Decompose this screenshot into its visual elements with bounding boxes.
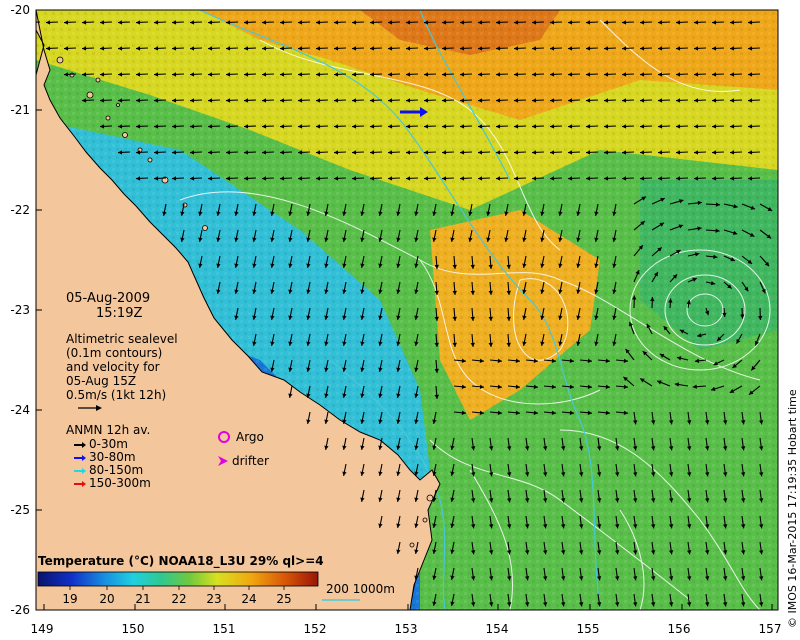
lat-tick-label: -21 bbox=[10, 103, 30, 117]
lat-tick-label: -22 bbox=[10, 203, 30, 217]
date-label: 05-Aug-2009 bbox=[66, 291, 151, 306]
altimetry-line: 05-Aug 15Z bbox=[66, 374, 137, 388]
lon-tick-label: 154 bbox=[485, 622, 509, 636]
lon-tick-label: 157 bbox=[758, 622, 782, 636]
lon-tick-label: 151 bbox=[212, 622, 236, 636]
anmn-legend-title: ANMN 12h av. bbox=[66, 423, 151, 437]
lon-tick-label: 155 bbox=[576, 622, 600, 636]
lon-tick-label: 153 bbox=[394, 622, 418, 636]
altimetry-line: (0.1m contours) bbox=[66, 346, 163, 360]
lat-tick-label: -23 bbox=[10, 303, 30, 317]
lon-tick-label: 156 bbox=[667, 622, 691, 636]
lat-tick-label: -24 bbox=[10, 403, 30, 417]
colorbar-tick-label: 20 bbox=[99, 592, 115, 606]
colorbar-tick-label: 24 bbox=[241, 592, 257, 606]
lon-tick-label: 149 bbox=[30, 622, 54, 636]
bathymetry-label: 200 1000m bbox=[326, 582, 395, 596]
colorbar-tick-label: 22 bbox=[171, 592, 187, 606]
temperature-colorbar bbox=[37, 571, 319, 587]
lat-tick-label: -26 bbox=[10, 603, 30, 617]
velocity-arrowhead bbox=[28, 20, 32, 24]
time-label: 15:19Z bbox=[96, 306, 143, 321]
colorbar-title: Temperature (°C) NOAA18_L3U 29% ql>=4 bbox=[38, 554, 324, 568]
colorbar-tick-label: 23 bbox=[206, 592, 222, 606]
colorbar-tick-label: 19 bbox=[62, 592, 78, 606]
velocity-arrow bbox=[36, 21, 41, 23]
arrow-icon bbox=[74, 477, 86, 491]
lon-tick-label: 150 bbox=[121, 622, 145, 636]
anmn-legend-item: 150-300m bbox=[74, 476, 151, 491]
colorbar-tick-label: 25 bbox=[276, 592, 292, 606]
altimetry-line: Altimetric sealevel bbox=[66, 332, 178, 346]
colorbar-tick-label: 21 bbox=[135, 592, 151, 606]
arrow-scale-label: 0.5m/s (1kt 12h) bbox=[66, 388, 167, 402]
lon-tick-label: 152 bbox=[303, 622, 327, 636]
lat-tick-label: -20 bbox=[10, 3, 30, 17]
lat-tick-label: -25 bbox=[10, 503, 30, 517]
credit-text: © IMOS 16-Mar-2015 17:19:35 Hobart time bbox=[786, 389, 799, 628]
drifter-label: drifter bbox=[232, 454, 269, 468]
altimetry-line: and velocity for bbox=[66, 360, 160, 374]
argo-label: Argo bbox=[236, 430, 264, 444]
